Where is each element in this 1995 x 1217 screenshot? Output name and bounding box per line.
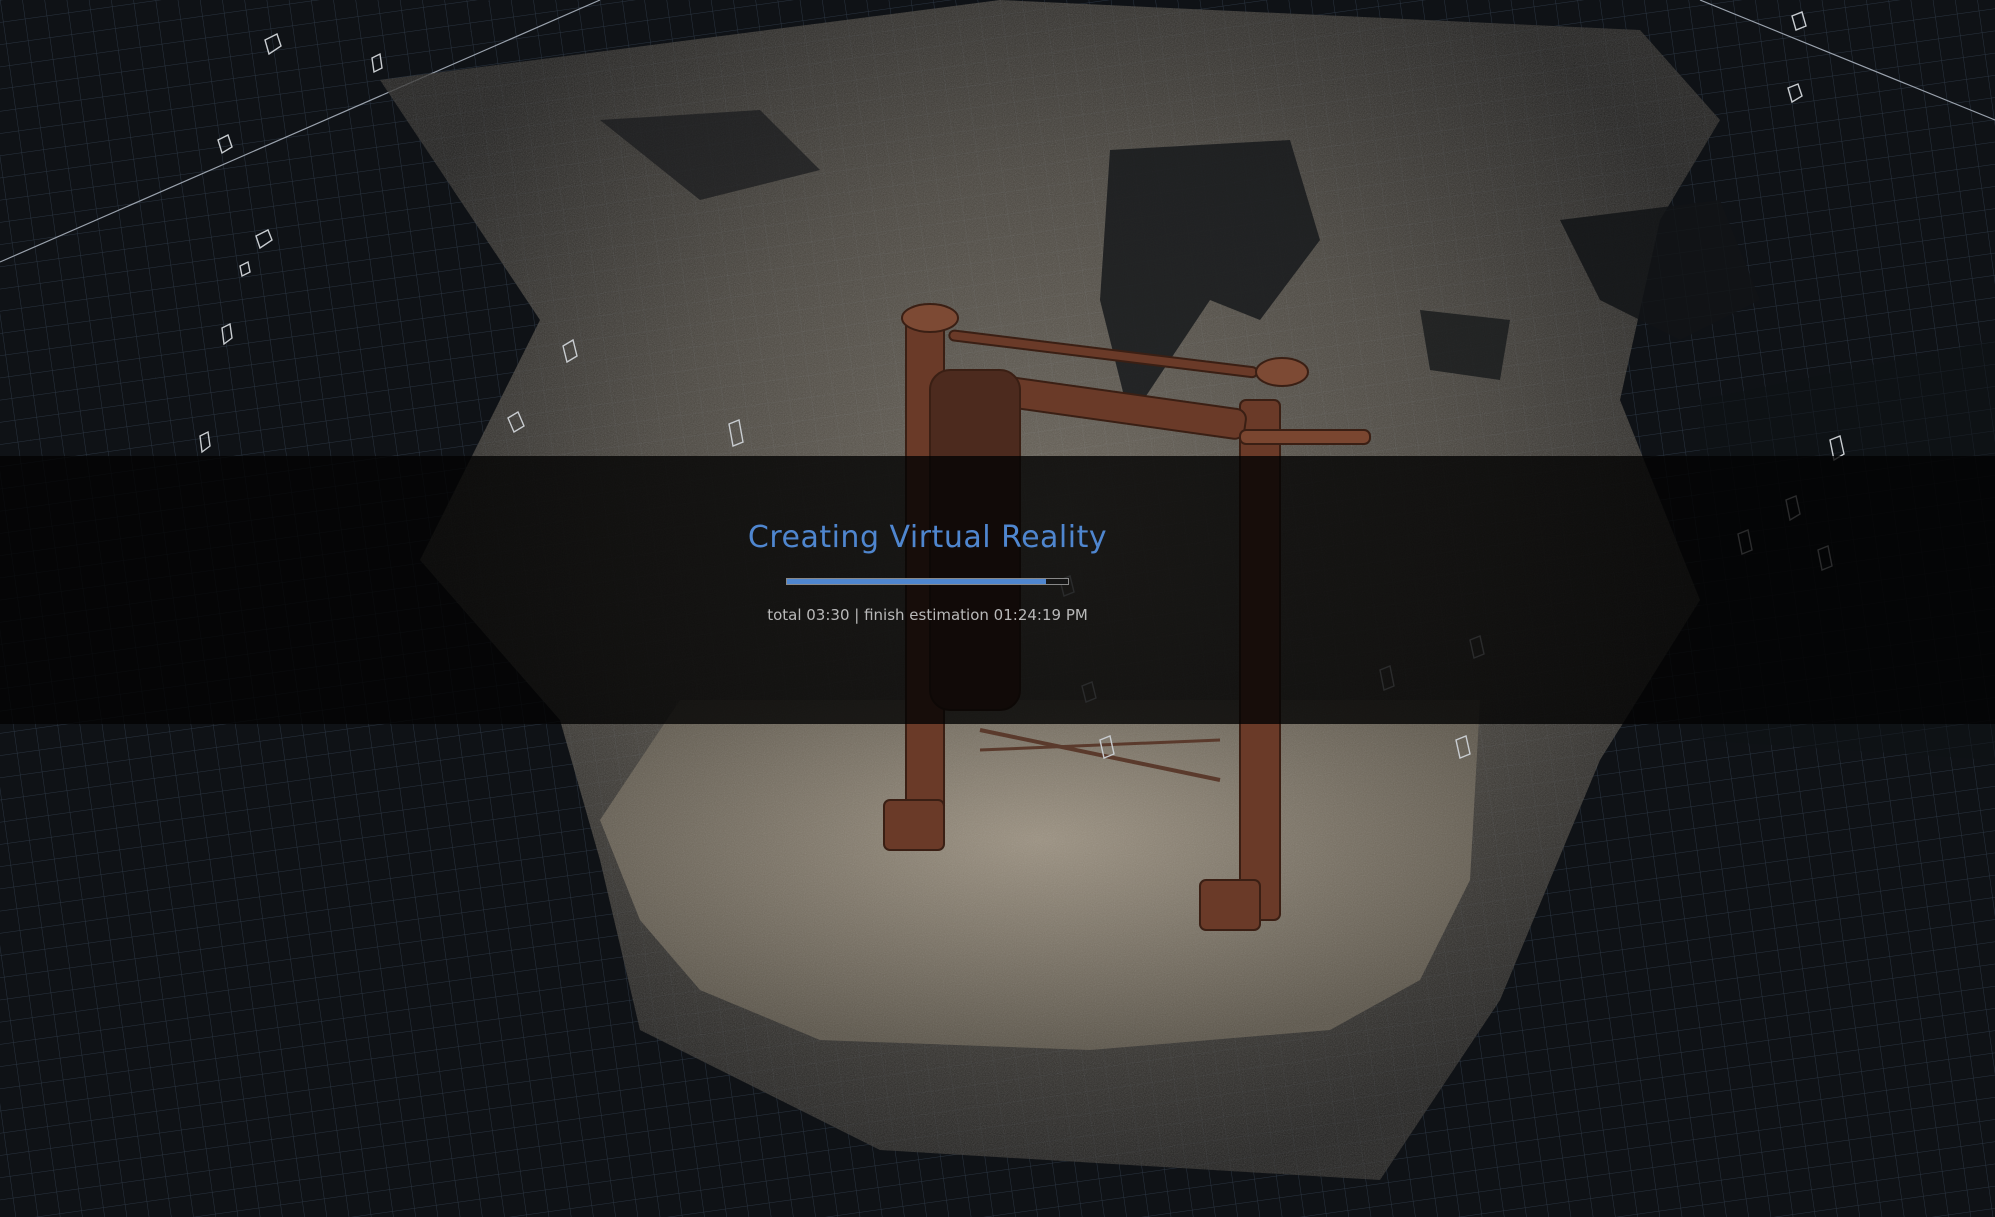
progress-bar-fill bbox=[787, 579, 1046, 584]
progress-bar bbox=[786, 578, 1069, 585]
progress-dialog: Creating Virtual Reality total 03:30 | f… bbox=[0, 456, 1855, 724]
progress-status-text: total 03:30 | finish estimation 01:24:19… bbox=[767, 606, 1088, 624]
progress-title: Creating Virtual Reality bbox=[747, 520, 1108, 555]
